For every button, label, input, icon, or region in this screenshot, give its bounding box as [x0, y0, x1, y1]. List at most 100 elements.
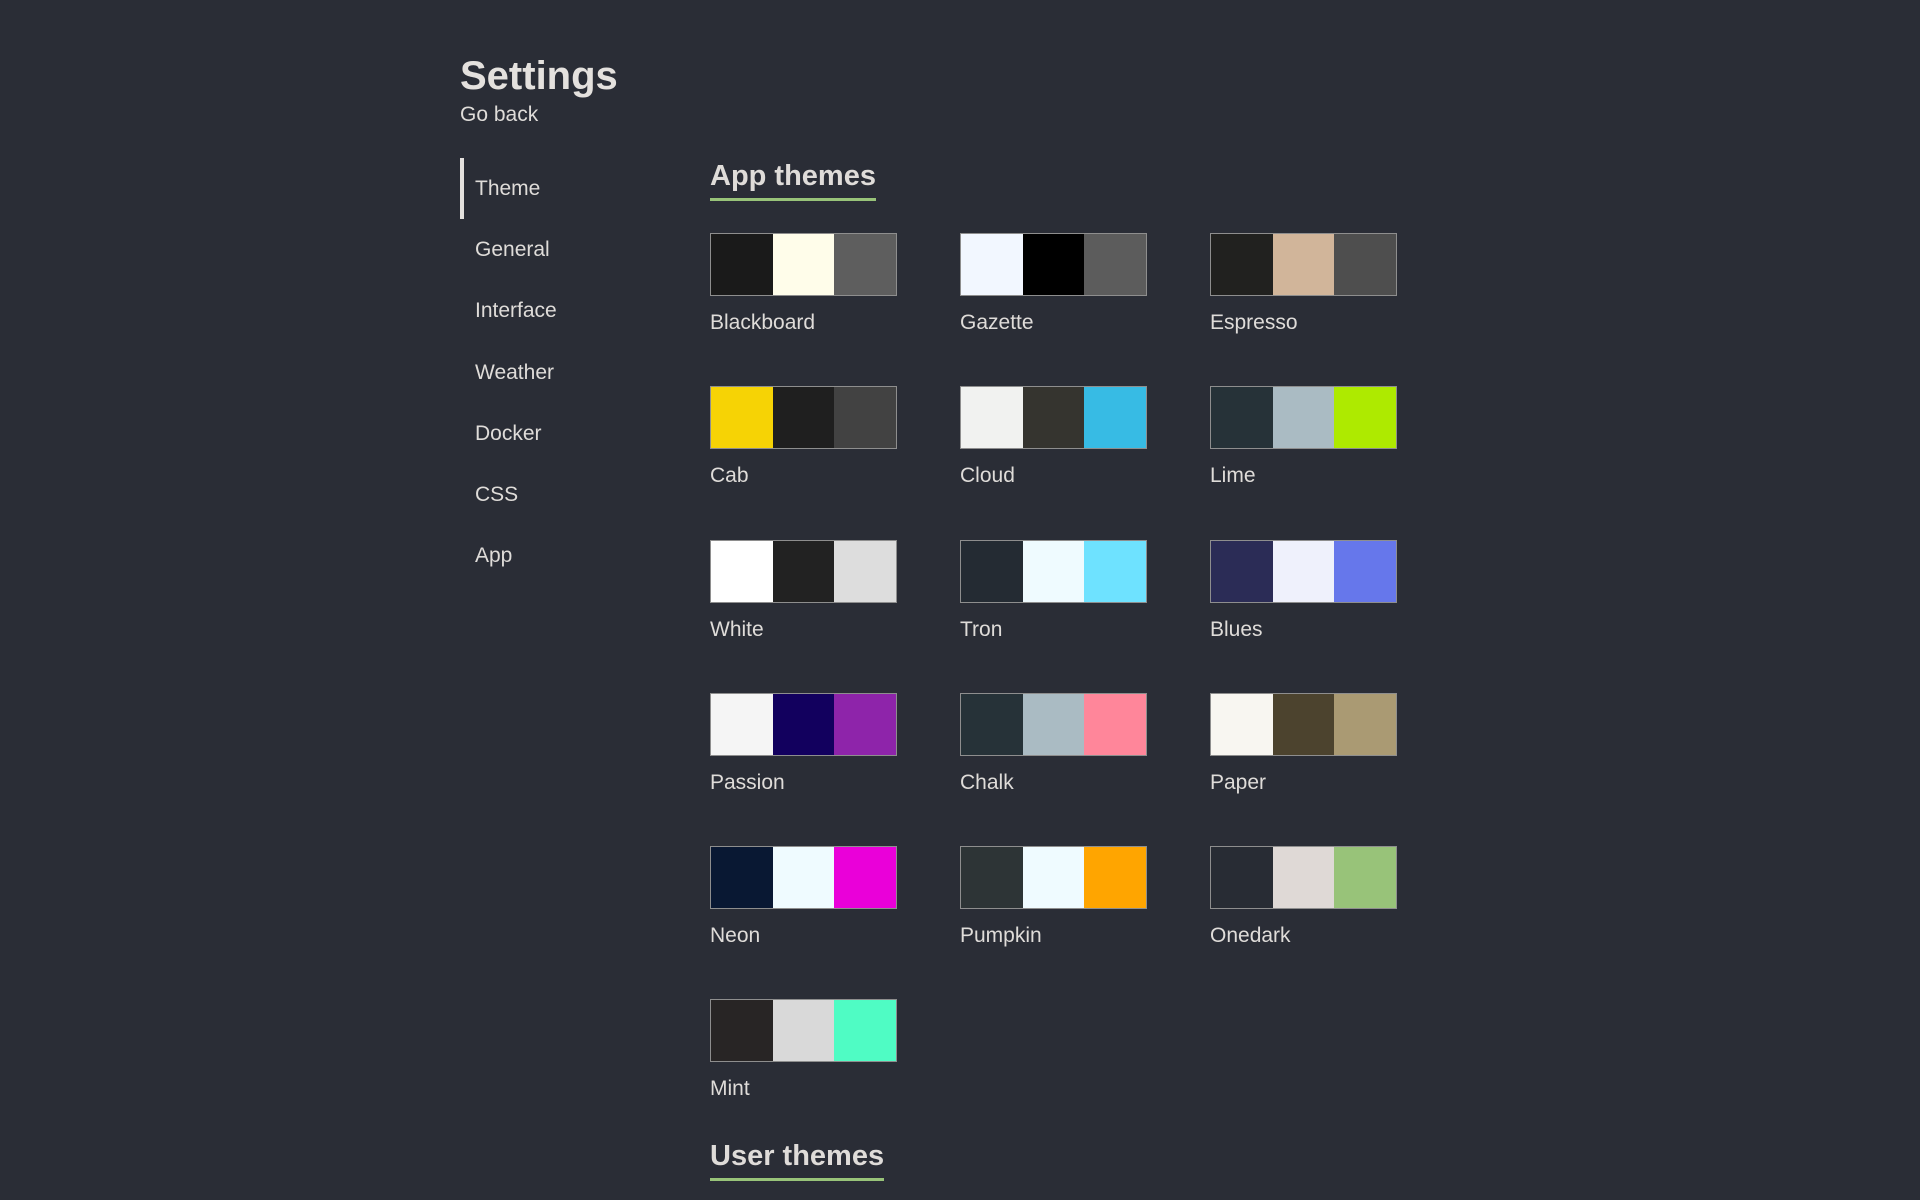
theme-card-chalk[interactable]: Chalk [960, 692, 1147, 846]
color-swatch [1084, 234, 1147, 295]
theme-swatches [960, 846, 1147, 910]
user-themes-heading: User themes [710, 1138, 885, 1181]
theme-card-blackboard[interactable]: Blackboard [710, 233, 897, 386]
theme-card-neon[interactable]: Neon [710, 846, 897, 999]
theme-card-pumpkin[interactable]: Pumpkin [960, 846, 1147, 999]
sidebar-item-css[interactable]: CSS [460, 464, 640, 525]
theme-card-passion[interactable]: Passion [710, 692, 897, 846]
color-swatch [1272, 387, 1335, 449]
color-swatch [1022, 693, 1085, 755]
theme-swatches [960, 692, 1147, 756]
sidebar-item-theme[interactable]: Theme [460, 158, 640, 220]
color-swatch [1084, 693, 1147, 755]
theme-swatches [710, 692, 897, 756]
color-swatch [1084, 540, 1147, 602]
go-back-link[interactable]: Go back [460, 102, 618, 128]
settings-page: Settings Go back Theme General Interface… [0, 0, 1920, 1200]
sidebar-item-interface[interactable]: Interface [460, 281, 640, 342]
theme-settings-main: App themes Blackboard Gazette Espresso Cab C… [710, 158, 1510, 1153]
color-swatch [1334, 234, 1397, 295]
color-swatch [711, 847, 773, 909]
color-swatch [1211, 693, 1273, 755]
color-swatch [1272, 540, 1335, 602]
color-swatch [1334, 847, 1397, 909]
page-title: Settings [460, 54, 618, 98]
theme-name: Mint [710, 1077, 750, 1101]
theme-swatches [1210, 386, 1397, 450]
color-swatch [1084, 847, 1147, 909]
color-swatch [834, 234, 897, 295]
theme-swatches [710, 539, 897, 603]
theme-card-mint[interactable]: Mint [710, 999, 897, 1152]
theme-card-white[interactable]: White [710, 539, 897, 693]
theme-name: Espresso [1210, 311, 1298, 334]
sidebar-item-weather[interactable]: Weather [460, 342, 640, 403]
color-swatch [772, 847, 835, 909]
color-swatch [1272, 693, 1335, 755]
theme-name: Blues [1210, 617, 1263, 641]
color-swatch [961, 693, 1023, 755]
color-swatch [1272, 234, 1335, 295]
color-swatch [772, 693, 835, 755]
color-swatch [961, 387, 1023, 449]
theme-card-blues[interactable]: Blues [1210, 539, 1397, 693]
color-swatch [1022, 234, 1085, 295]
theme-swatches [960, 539, 1147, 603]
theme-name: Neon [710, 924, 761, 948]
theme-name: White [710, 617, 764, 641]
color-swatch [1334, 693, 1397, 755]
color-swatch [772, 1000, 835, 1062]
theme-name: Cloud [960, 464, 1015, 488]
theme-card-tron[interactable]: Tron [960, 539, 1147, 693]
theme-name: Blackboard [710, 311, 816, 334]
theme-swatches [710, 386, 897, 450]
theme-card-espresso[interactable]: Espresso [1210, 233, 1397, 386]
theme-name: Paper [1210, 770, 1267, 794]
app-themes-heading: App themes [710, 158, 876, 201]
color-swatch [711, 387, 773, 449]
settings-sidebar: Theme General Interface Weather Docker C… [460, 158, 640, 587]
theme-card-cloud[interactable]: Cloud [960, 386, 1147, 539]
theme-swatches [710, 846, 897, 910]
color-swatch [1211, 387, 1273, 449]
color-swatch [711, 234, 773, 295]
color-swatch [834, 540, 897, 602]
theme-name: Cab [710, 464, 749, 488]
color-swatch [834, 693, 897, 755]
theme-card-onedark[interactable]: Onedark [1210, 846, 1397, 999]
theme-swatches [710, 999, 897, 1063]
color-swatch [961, 540, 1023, 602]
theme-name: Chalk [960, 770, 1014, 794]
color-swatch [711, 540, 773, 602]
color-swatch [1022, 540, 1085, 602]
color-swatch [772, 387, 835, 449]
theme-card-lime[interactable]: Lime [1210, 386, 1397, 539]
theme-name: Pumpkin [960, 924, 1042, 948]
color-swatch [772, 234, 835, 295]
theme-name: Gazette [960, 311, 1034, 334]
color-swatch [1022, 387, 1085, 449]
theme-card-paper[interactable]: Paper [1210, 692, 1397, 846]
color-swatch [961, 847, 1023, 909]
color-swatch [834, 847, 897, 909]
color-swatch [1334, 387, 1397, 449]
theme-swatches [1210, 846, 1397, 910]
user-themes-section: User themes [710, 1138, 885, 1181]
theme-swatches [710, 233, 897, 296]
color-swatch [834, 1000, 897, 1062]
theme-name: Tron [960, 617, 1003, 641]
theme-name: Onedark [1210, 924, 1291, 948]
sidebar-item-app[interactable]: App [460, 526, 640, 587]
theme-swatches [960, 386, 1147, 450]
theme-card-cab[interactable]: Cab [710, 386, 897, 539]
sidebar-item-general[interactable]: General [460, 219, 640, 280]
color-swatch [834, 387, 897, 449]
sidebar-item-docker[interactable]: Docker [460, 403, 640, 464]
color-swatch [1084, 387, 1147, 449]
theme-swatches [960, 233, 1147, 296]
color-swatch [1211, 540, 1273, 602]
color-swatch [1211, 234, 1273, 295]
page-header: Settings Go back [460, 50, 618, 128]
theme-card-gazette[interactable]: Gazette [960, 233, 1147, 386]
color-swatch [711, 693, 773, 755]
